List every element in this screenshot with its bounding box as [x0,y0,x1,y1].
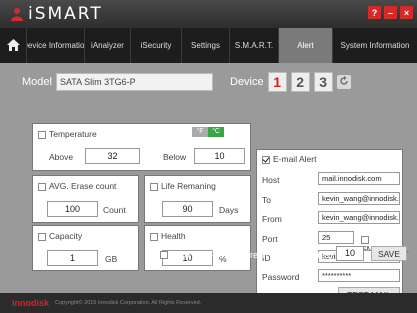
life-remaining-label: Life Remaning [161,181,216,191]
footer: innodisk Copyright© 2015 Innodisk Corpor… [0,293,417,313]
email-alert-checkbox[interactable] [262,155,270,164]
port-label: Port [262,234,278,244]
below-label: Below [163,152,187,162]
help-button[interactable]: ? [368,6,381,19]
refresh-button[interactable] [336,75,351,89]
device-2-button[interactable]: 2 [290,72,310,92]
health-checkbox[interactable] [150,232,158,241]
minimize-button[interactable]: – [384,6,397,19]
life-remaining-checkbox[interactable] [150,182,158,191]
erase-count-label: AVG. Erase count [49,181,117,191]
below-input[interactable]: 10 [194,148,245,164]
life-remaining-unit: Days [219,205,239,215]
unit-c-option[interactable]: °C [208,127,224,137]
model-field: SATA Slim 3TG6-P [55,73,213,91]
home-icon [6,38,20,53]
capacity-label: Capacity [49,231,83,241]
tab-alert[interactable]: Alert [278,28,332,63]
health-label: Health [161,231,186,241]
device-label: Device [230,76,264,88]
email-alert-panel: E-mail Alert Host mail.innodisk.com To k… [256,149,409,313]
to-input[interactable]: kevin_wang@innodisk.com [318,192,400,205]
model-label: Model [22,76,52,88]
device-1-button[interactable]: 1 [267,72,287,92]
tab-device-information[interactable]: Device Information [26,28,84,63]
auto-log-checkbox[interactable] [160,251,168,259]
capacity-input[interactable]: 1 [47,250,98,266]
erase-count-input[interactable]: 100 [47,201,98,217]
refresh-icon [339,76,349,88]
main-nav: Device Information iAnalyzer iSecurity S… [0,28,417,63]
tab-isecurity[interactable]: iSecurity [130,28,181,63]
user-icon [10,7,24,21]
password-label: Password [262,272,300,282]
title-bar: iSMART ? – × [0,0,417,28]
erase-count-panel: AVG. Erase count 100 Count [32,175,139,223]
refresh-timer-label: Refresh Timer (minutes) [236,250,333,260]
host-label: Host [262,175,280,185]
home-button[interactable] [0,28,26,63]
temperature-label: Temperature [49,129,97,139]
app-title: iSMART [28,4,103,24]
erase-count-checkbox[interactable] [38,182,46,191]
life-remaining-input[interactable]: 90 [162,201,213,217]
above-input[interactable]: 32 [85,148,140,164]
erase-count-unit: Count [103,205,126,215]
innodisk-logo: innodisk [12,298,50,308]
close-button[interactable]: × [400,6,413,19]
capacity-unit: GB [105,254,118,264]
app-logo: iSMART [10,4,103,24]
tab-smart[interactable]: S.M.A.R.T. [229,28,278,63]
port-input[interactable]: 25 [318,231,354,244]
temperature-checkbox[interactable] [38,130,46,139]
password-input[interactable]: ********** [318,269,400,282]
unit-f-option[interactable]: °F [192,127,208,137]
tab-settings[interactable]: Settings [181,28,229,63]
tab-system-information[interactable]: System Information [332,28,417,63]
smtps-checkbox[interactable] [361,235,369,244]
host-input[interactable]: mail.innodisk.com [318,172,400,185]
save-button[interactable]: SAVE [371,246,407,261]
to-label: To [262,195,271,205]
capacity-checkbox[interactable] [38,232,46,241]
from-input[interactable]: kevin_wang@innodisk.com [318,211,400,224]
alert-panel: Model SATA Slim 3TG6-P Device 1 2 3 Temp… [0,63,417,313]
tab-ianalyzer[interactable]: iAnalyzer [84,28,130,63]
above-label: Above [49,152,74,162]
capacity-panel: Capacity 1 GB [32,225,139,271]
from-label: From [262,214,282,224]
life-remaining-panel: Life Remaning 90 Days [144,175,251,223]
email-alert-label: E-mail Alert [273,154,317,164]
copyright-text: Copyright© 2015 Innodisk Corporation. Al… [55,300,202,306]
device-3-button[interactable]: 3 [313,72,333,92]
auto-log-label: Auto Log File [171,250,225,260]
refresh-timer-input[interactable]: 10 [336,246,364,261]
temperature-unit-switch[interactable]: °F °C [192,127,224,137]
temperature-panel: Temperature °F °C Above 32 Below 10 [32,123,251,171]
